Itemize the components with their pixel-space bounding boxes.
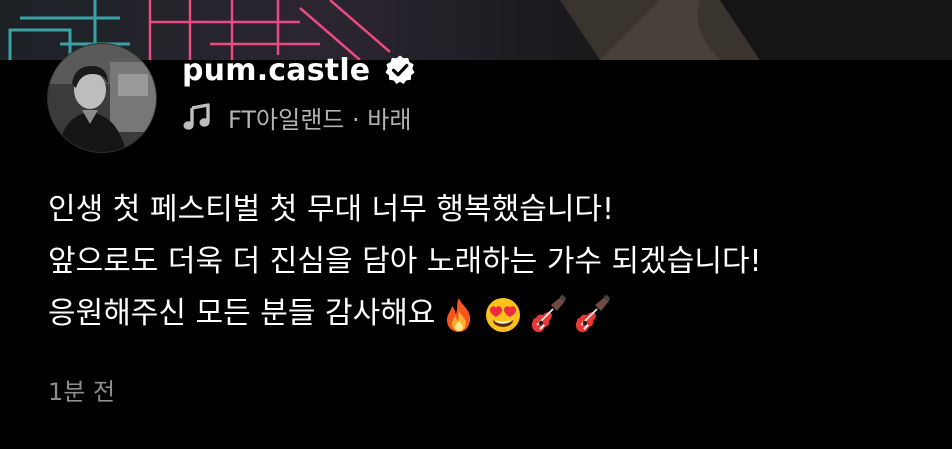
post-caption: 인생 첫 페스티벌 첫 무대 너무 행복했습니다! 앞으로도 더욱 더 진심을 … (48, 184, 928, 340)
guitar-emoji (571, 295, 611, 335)
fire-emoji (439, 295, 479, 335)
music-track-label: FT아일랜드 · 바래 (228, 105, 412, 134)
post-timestamp: 1분 전 (48, 378, 116, 406)
caption-line: 앞으로도 더욱 더 진심을 담아 노래하는 가수 되겠습니다! (48, 244, 762, 279)
username-row[interactable]: pum.castle (182, 50, 416, 90)
music-note-icon (182, 102, 212, 132)
guitar-emoji (527, 295, 567, 335)
caption-line-text: 응원해주신 모든 분들 감사해요 (48, 296, 436, 331)
caption-emojis (439, 289, 615, 341)
music-attribution[interactable]: FT아일랜드 · 바래 (182, 100, 411, 134)
post-media-image (0, 0, 952, 60)
heart-eyes-emoji (483, 295, 523, 335)
caption-line: 인생 첫 페스티벌 첫 무대 너무 행복했습니다! (48, 192, 615, 227)
username[interactable]: pum.castle (182, 53, 370, 88)
post-media[interactable] (0, 0, 952, 60)
caption-line-last: 응원해주신 모든 분들 감사해요 (48, 288, 928, 340)
verified-badge-icon (384, 54, 416, 86)
avatar-image (48, 44, 156, 152)
avatar[interactable] (48, 44, 156, 152)
